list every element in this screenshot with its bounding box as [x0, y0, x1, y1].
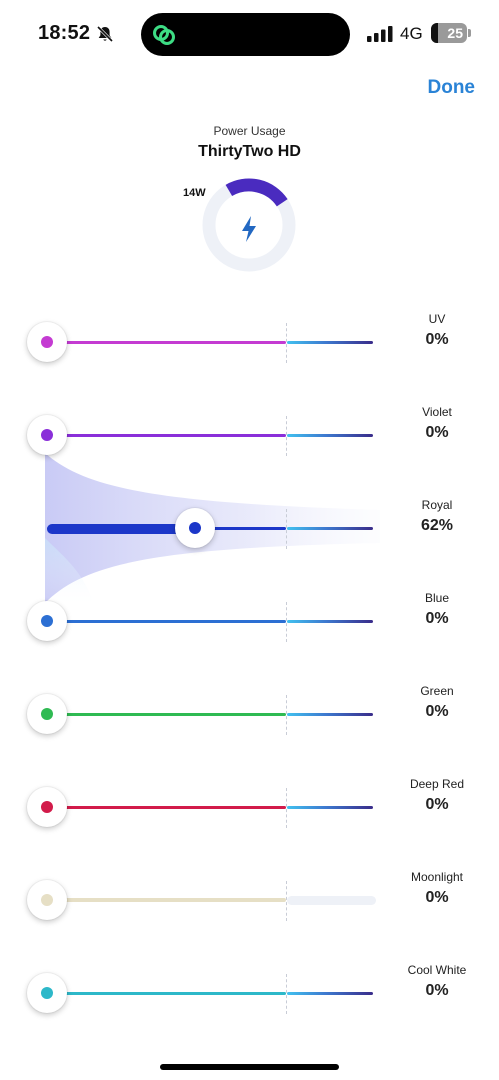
- battery-icon: 25: [431, 23, 467, 43]
- slider-track-overdrive[interactable]: [287, 434, 373, 437]
- slider-thumb[interactable]: [175, 508, 216, 548]
- slider-track-overdrive[interactable]: [287, 620, 373, 623]
- channel-value: 0%: [425, 982, 449, 999]
- channel-name: UV: [428, 312, 446, 326]
- power-usage-label: Power Usage: [213, 124, 286, 138]
- channel-name: Deep Red: [409, 777, 465, 791]
- channel-row: UV 0%: [0, 307, 499, 377]
- slider-track-overdrive[interactable]: [287, 527, 373, 530]
- channel-row: Violet 0%: [0, 400, 499, 470]
- channel-value: 0%: [425, 331, 449, 348]
- channel-value: 0%: [425, 796, 449, 813]
- done-button[interactable]: Done: [428, 77, 476, 99]
- channel-row: Moonlight 0%: [0, 865, 499, 935]
- slider-limit-marker: [286, 974, 287, 1014]
- slider-track[interactable]: [47, 898, 286, 902]
- channel-name: Cool White: [407, 963, 467, 977]
- slider-track[interactable]: [47, 713, 286, 716]
- slider-track[interactable]: [47, 806, 286, 809]
- slider-thumb[interactable]: [27, 322, 67, 362]
- channel-color-dot: [189, 522, 202, 534]
- dynamic-island: [141, 13, 350, 56]
- channel-value: 62%: [420, 517, 454, 534]
- slider-limit-marker: [286, 416, 287, 456]
- slider-limit-marker: [286, 509, 287, 549]
- channel-color-dot: [41, 615, 53, 627]
- slider-track-overdrive[interactable]: [287, 992, 373, 995]
- battery-nub: [468, 29, 471, 37]
- channel-color-dot: [41, 894, 53, 906]
- channel-row: Royal 62%: [0, 493, 499, 563]
- slider-thumb[interactable]: [27, 787, 67, 827]
- slider-limit-marker: [286, 881, 287, 921]
- app-activity-icon: [153, 25, 175, 45]
- power-gauge-arc: [225, 178, 288, 207]
- device-name: ThirtyTwo HD: [198, 143, 301, 160]
- channel-name: Royal: [421, 498, 453, 512]
- channel-name: Violet: [422, 405, 452, 419]
- slider-limit-marker: [286, 788, 287, 828]
- power-gauge: [202, 178, 296, 272]
- slider-fill: [47, 524, 196, 534]
- channel-name: Blue: [424, 591, 450, 605]
- slider-track-overdrive[interactable]: [287, 713, 373, 716]
- channel-value: 0%: [425, 703, 449, 720]
- battery-level: 25: [447, 25, 463, 41]
- channel-value: 0%: [425, 424, 449, 441]
- status-bar: 18:52 4G 25: [0, 0, 499, 70]
- signal-icon: [367, 26, 393, 42]
- slider-thumb[interactable]: [27, 601, 67, 641]
- channel-color-dot: [41, 987, 53, 999]
- slider-track[interactable]: [47, 992, 286, 995]
- slider-track[interactable]: [47, 341, 286, 344]
- network-type: 4G: [400, 24, 423, 43]
- slider-track[interactable]: [47, 434, 286, 437]
- channel-value: 0%: [425, 889, 449, 906]
- channel-value: 0%: [425, 610, 449, 627]
- slider-thumb[interactable]: [27, 694, 67, 734]
- status-time: 18:52: [38, 22, 91, 44]
- channel-color-dot: [41, 429, 53, 441]
- channel-name: Moonlight: [410, 870, 464, 884]
- channel-row: Green 0%: [0, 679, 499, 749]
- slider-limit-marker: [286, 323, 287, 363]
- slider-thumb[interactable]: [27, 415, 67, 455]
- slider-track-overdrive[interactable]: [287, 341, 373, 344]
- channel-row: Deep Red 0%: [0, 772, 499, 842]
- home-indicator[interactable]: [160, 1064, 339, 1070]
- slider-track-overdrive[interactable]: [287, 896, 376, 905]
- slider-track[interactable]: [47, 620, 286, 623]
- bell-muted-icon: [96, 25, 114, 43]
- slider-thumb[interactable]: [27, 973, 67, 1013]
- channel-name: Green: [420, 684, 454, 698]
- channel-color-dot: [41, 708, 53, 720]
- slider-limit-marker: [286, 695, 287, 735]
- slider-track-overdrive[interactable]: [287, 806, 373, 809]
- slider-thumb[interactable]: [27, 880, 67, 920]
- slider-limit-marker: [286, 602, 287, 642]
- channel-color-dot: [41, 336, 53, 348]
- channel-row: Blue 0%: [0, 586, 499, 656]
- channel-color-dot: [41, 801, 53, 813]
- channel-row: Cool White 0%: [0, 958, 499, 1028]
